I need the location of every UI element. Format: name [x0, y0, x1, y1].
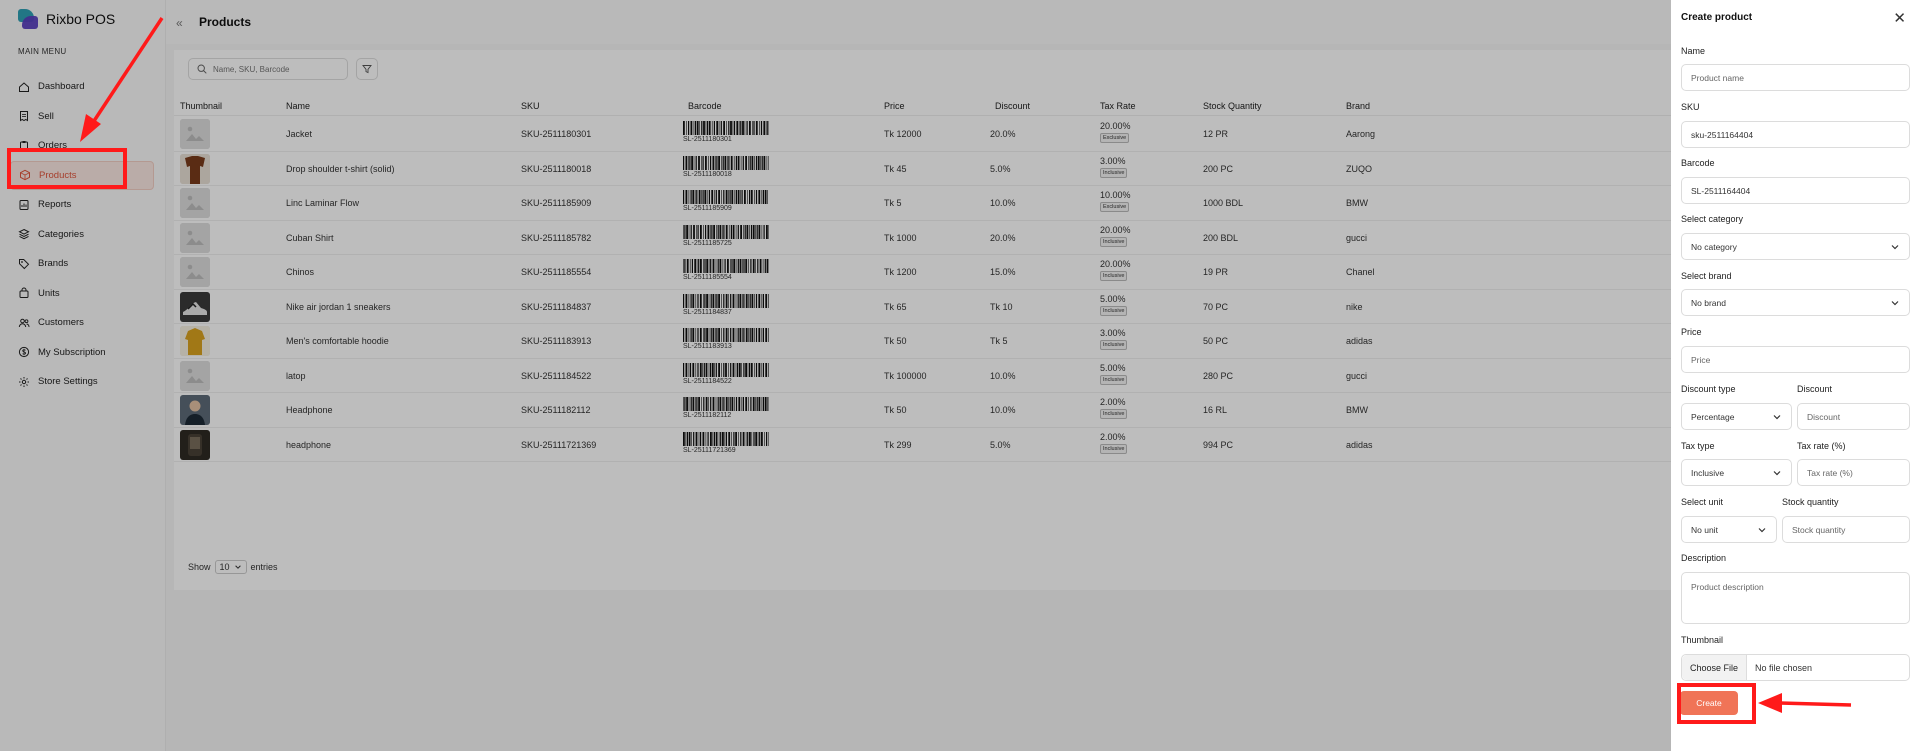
drawer-title: Create product — [1681, 12, 1753, 23]
chevron-down-icon — [1773, 471, 1781, 476]
create-product-drawer: ✕ Create product Name Product name SKU s… — [1671, 0, 1919, 751]
tax-rate-field[interactable]: Tax rate (%) — [1797, 459, 1910, 486]
discount-label: Discount — [1797, 384, 1833, 394]
tax-rate-placeholder: Tax rate (%) — [1807, 467, 1853, 478]
stock-field[interactable]: Stock quantity — [1782, 516, 1910, 543]
price-field[interactable]: Price — [1681, 346, 1910, 373]
price-placeholder: Price — [1691, 354, 1711, 365]
sku-field[interactable]: sku-2511164404 — [1681, 121, 1910, 148]
sku-label: SKU — [1681, 102, 1700, 112]
brand-value: No brand — [1691, 297, 1726, 308]
name-label: Name — [1681, 46, 1706, 56]
barcode-value: SL-2511164404 — [1691, 185, 1751, 196]
name-placeholder: Product name — [1691, 72, 1744, 83]
description-placeholder: Product description — [1691, 582, 1764, 592]
category-select[interactable]: No category — [1681, 233, 1910, 260]
highlight-box-products — [7, 148, 127, 189]
tax-type-select[interactable]: Inclusive — [1681, 459, 1792, 486]
chevron-down-icon — [1758, 528, 1766, 533]
tax-rate-label: Tax rate (%) — [1797, 441, 1846, 451]
name-field[interactable]: Product name — [1681, 64, 1910, 91]
barcode-label: Barcode — [1681, 158, 1715, 168]
category-label: Select category — [1681, 214, 1744, 224]
chevron-down-icon — [1891, 245, 1899, 250]
choose-file-button[interactable]: Choose File — [1682, 655, 1748, 680]
chevron-down-icon — [1891, 301, 1899, 306]
thumbnail-file-input[interactable]: Choose File No file chosen — [1681, 654, 1910, 681]
tax-type-value: Inclusive — [1691, 467, 1725, 478]
discount-field[interactable]: Discount — [1797, 403, 1910, 430]
tax-type-label: Tax type — [1681, 441, 1715, 451]
discount-type-label: Discount type — [1681, 384, 1736, 394]
discount-type-value: Percentage — [1691, 411, 1735, 422]
highlight-box-create — [1677, 683, 1756, 724]
stock-label: Stock quantity — [1782, 497, 1839, 507]
brand-label: Select brand — [1681, 271, 1732, 281]
stock-placeholder: Stock quantity — [1792, 524, 1846, 535]
unit-value: No unit — [1691, 524, 1718, 535]
category-value: No category — [1691, 241, 1737, 252]
description-label: Description — [1681, 553, 1727, 563]
unit-label: Select unit — [1681, 497, 1724, 507]
chevron-down-icon — [1773, 415, 1781, 420]
thumbnail-label: Thumbnail — [1681, 635, 1724, 645]
barcode-field[interactable]: SL-2511164404 — [1681, 177, 1910, 204]
brand-select[interactable]: No brand — [1681, 289, 1910, 316]
close-icon[interactable]: ✕ — [1893, 9, 1906, 27]
price-label: Price — [1681, 327, 1702, 337]
sku-value: sku-2511164404 — [1691, 129, 1754, 140]
discount-type-select[interactable]: Percentage — [1681, 403, 1792, 430]
no-file-text: No file chosen — [1755, 662, 1813, 673]
description-textarea[interactable]: Product description — [1681, 572, 1910, 624]
modal-backdrop[interactable] — [0, 0, 1671, 751]
discount-placeholder: Discount — [1807, 411, 1841, 422]
unit-select[interactable]: No unit — [1681, 516, 1777, 543]
